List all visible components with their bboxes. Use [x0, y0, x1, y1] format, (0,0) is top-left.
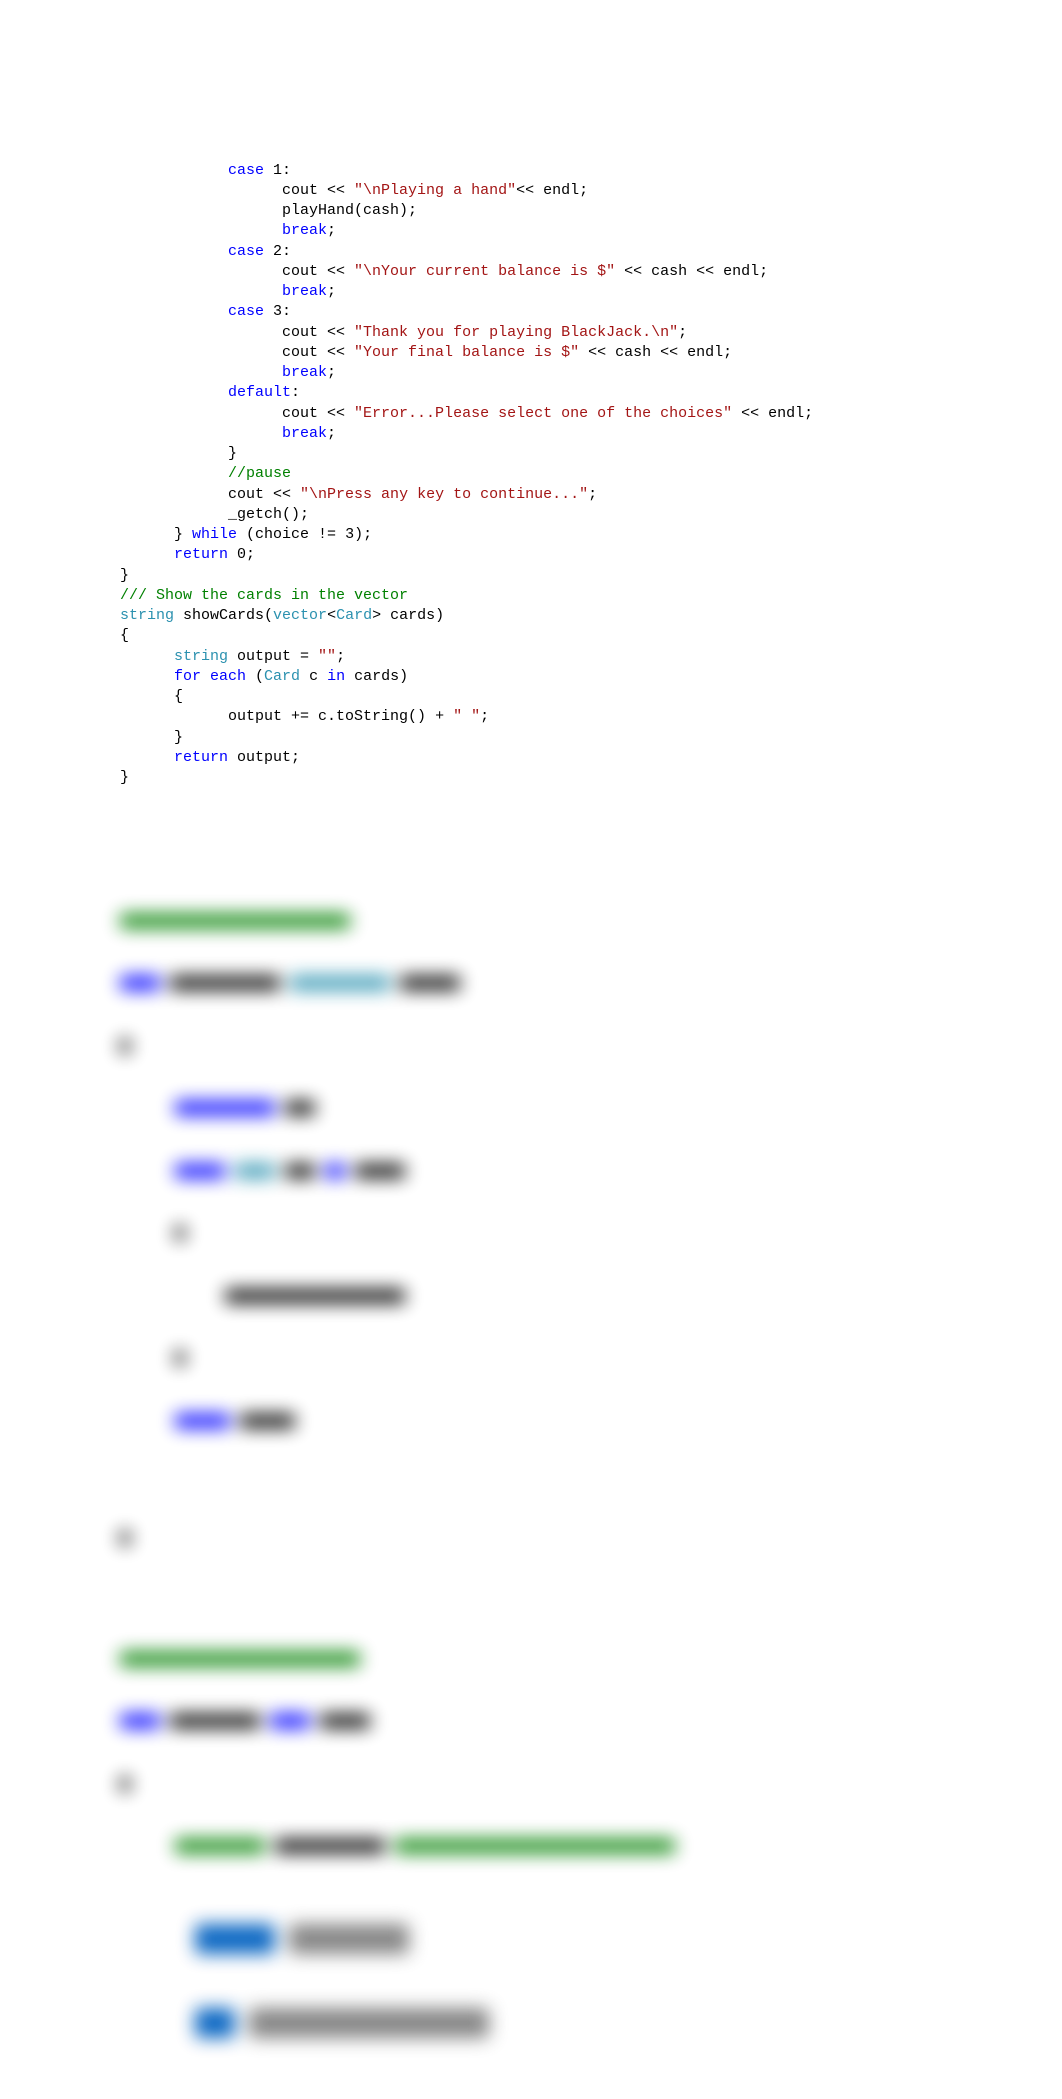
- code-line: _getch();: [120, 505, 1012, 525]
- code-line: {: [120, 626, 1012, 646]
- code-line: //pause: [120, 464, 1012, 484]
- code-line: output += c.toString() + " ";: [120, 707, 1012, 727]
- code-line: }: [120, 566, 1012, 586]
- code-line: cout << "Your final balance is $" << cas…: [120, 343, 1012, 363]
- code-line: {: [120, 687, 1012, 707]
- code-line: case 1:: [120, 161, 1012, 181]
- code-line: break;: [120, 363, 1012, 383]
- code-line: } while (choice != 3);: [120, 525, 1012, 545]
- code-line: return output;: [120, 748, 1012, 768]
- code-line: playHand(cash);: [120, 201, 1012, 221]
- code-line: break;: [120, 221, 1012, 241]
- code-line: cout << "\nPlaying a hand"<< endl;: [120, 181, 1012, 201]
- code-line: for each (Card c in cards): [120, 667, 1012, 687]
- code-line: break;: [120, 282, 1012, 302]
- code-line: cout << "Error...Please select one of th…: [120, 404, 1012, 424]
- code-line: cout << "\nYour current balance is $" <<…: [120, 262, 1012, 282]
- code-line: /// Show the cards in the vector: [120, 586, 1012, 606]
- code-line: return 0;: [120, 545, 1012, 565]
- code-lines: case 1: cout << "\nPlaying a hand"<< end…: [120, 161, 1012, 789]
- code-line: cout << "\nPress any key to continue..."…: [120, 485, 1012, 505]
- code-line: }: [120, 768, 1012, 788]
- code-line: cout << "Thank you for playing BlackJack…: [120, 323, 1012, 343]
- code-line: default:: [120, 383, 1012, 403]
- blurred-preview: [120, 869, 1012, 2079]
- code-block: case 1: cout << "\nPlaying a hand"<< end…: [0, 0, 1062, 2099]
- code-line: string showCards(vector<Card> cards): [120, 606, 1012, 626]
- code-line: }: [120, 444, 1012, 464]
- code-line: case 2:: [120, 242, 1012, 262]
- code-line: string output = "";: [120, 647, 1012, 667]
- code-line: case 3:: [120, 302, 1012, 322]
- code-line: }: [120, 728, 1012, 748]
- code-line: break;: [120, 424, 1012, 444]
